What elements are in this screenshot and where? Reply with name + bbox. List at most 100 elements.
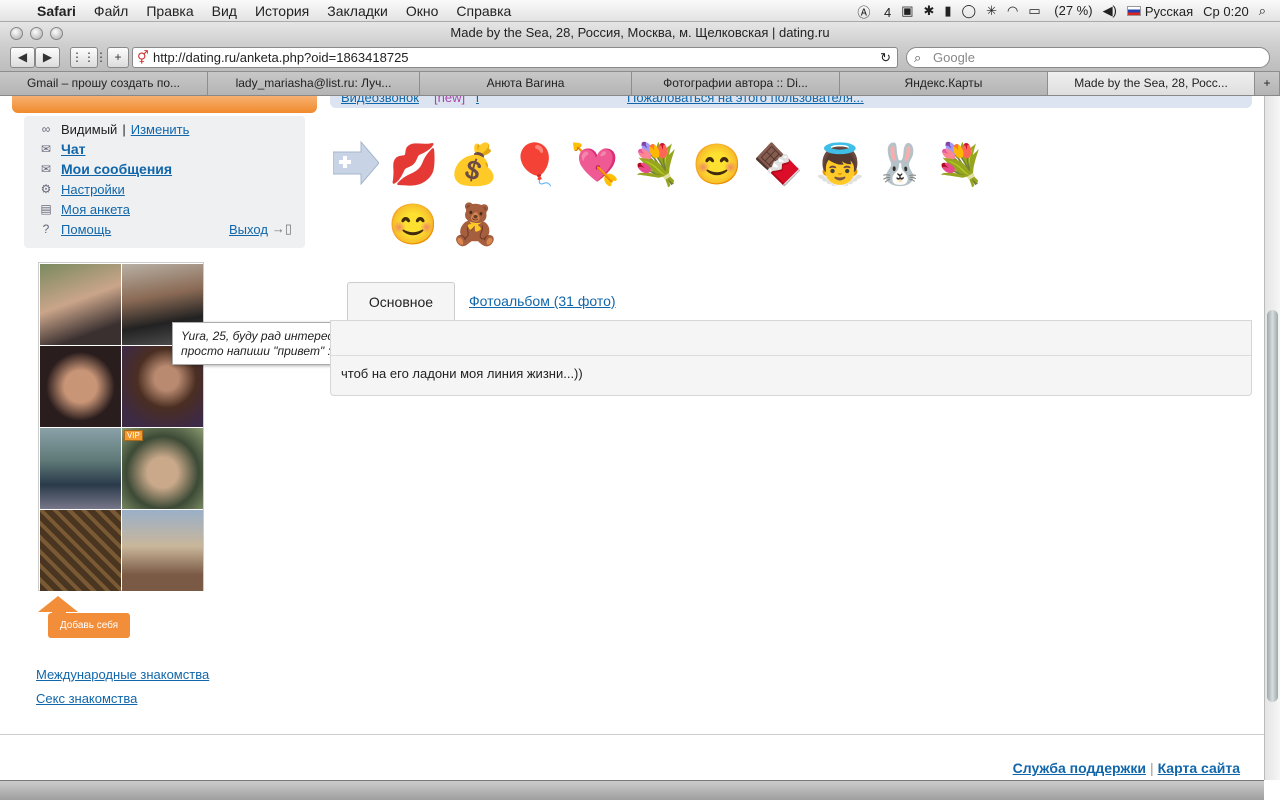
chocolate-gift-icon[interactable]: 🍫 [751, 138, 805, 192]
messages-link[interactable]: Мои сообщения [61, 161, 172, 177]
top-sites-button[interactable]: ⋮⋮⋮ [70, 47, 107, 68]
browser-statusbar [0, 780, 1264, 800]
international-dating-link[interactable]: Международные знакомства [36, 667, 209, 682]
smiley-cloud-gift-icon[interactable]: 😊 [386, 198, 440, 252]
change-visibility-link[interactable]: Изменить [131, 122, 190, 137]
browser-tab-active[interactable]: Made by the Sea, 28, Росс... [1048, 72, 1255, 95]
bubble-icon[interactable]: ◯ [962, 3, 977, 19]
menu-edit[interactable]: Правка [137, 3, 202, 19]
wifi-icon[interactable]: ◠ [1007, 3, 1018, 19]
tab-main-info[interactable]: Основное [347, 282, 455, 320]
adobe-badge: 4 [883, 4, 892, 20]
sitemap-link[interactable]: Карта сайта [1158, 760, 1240, 776]
help-row: ? Помощь [37, 219, 112, 239]
reload-icon[interactable]: ↻ [880, 48, 891, 67]
browser-tab[interactable]: lady_mariasha@list.ru: Луч... [208, 72, 420, 95]
browser-tab[interactable]: Фотографии автора :: Di... [632, 72, 840, 95]
kiss-gift-icon[interactable]: 💋 [387, 138, 441, 192]
angel-gift-icon[interactable]: 👼 [813, 138, 867, 192]
visibility-status: Видимый [61, 121, 118, 137]
videocall-info-link[interactable]: i [476, 96, 479, 105]
teddy-bear-gift-icon[interactable]: 🧸 [448, 198, 502, 252]
tab-photo-album[interactable]: Фотоальбом (31 фото) [469, 293, 616, 309]
browser-tab[interactable]: Яндекс.Карты [840, 72, 1048, 95]
orange-header-strip [12, 96, 317, 113]
zoom-window-button[interactable] [50, 27, 63, 40]
menu-help[interactable]: Справка [447, 3, 520, 19]
sex-dating-link[interactable]: Секс знакомства [36, 691, 137, 706]
logout-link[interactable]: Выход [229, 222, 268, 237]
window-title: Made by the Sea, 28, Россия, Москва, м. … [450, 25, 830, 40]
scrollbar-thumb[interactable] [1267, 310, 1278, 702]
add-self-button[interactable]: Добавь себя [48, 613, 130, 638]
heart-arrow-gift-icon[interactable]: 💘 [568, 138, 622, 192]
menu-history[interactable]: История [246, 3, 318, 19]
browser-tab[interactable]: Анюта Вагина [420, 72, 632, 95]
envelope-icon: ✉ [40, 162, 52, 176]
spotlight-icon[interactable]: ⌕ [1259, 3, 1266, 19]
menu-view[interactable]: Вид [203, 3, 246, 19]
bunny-gift-icon[interactable]: 🐰 [873, 138, 927, 192]
page-scrollbar[interactable] [1264, 96, 1280, 780]
document-icon: ▤ [40, 202, 52, 216]
add-gift-arrow-icon[interactable] [333, 140, 379, 186]
menu-bookmarks[interactable]: Закладки [318, 3, 397, 19]
settings-link[interactable]: Настройки [61, 182, 125, 197]
bluetooth-icon[interactable]: ✳ [986, 3, 997, 19]
complain-link[interactable]: Пожаловаться на этого пользователя... [627, 96, 864, 105]
user-photo[interactable] [40, 346, 121, 427]
flag-icon[interactable] [1126, 6, 1141, 16]
menu-file[interactable]: Файл [85, 3, 137, 19]
flower-basket-gift-icon[interactable]: 💐 [933, 138, 987, 192]
new-tab-button[interactable]: + [1255, 72, 1280, 95]
volume-icon[interactable]: ◀) [1103, 3, 1117, 19]
add-self-arrow-icon [38, 596, 78, 612]
flower-basket-gift-icon[interactable]: 💐 [629, 138, 683, 192]
chat-link[interactable]: Чат [61, 141, 85, 157]
user-photo[interactable]: VIP [122, 428, 203, 509]
display-icon[interactable]: ▣ [901, 3, 913, 19]
search-input[interactable]: ⌕ Google [906, 47, 1270, 68]
browser-tab[interactable]: Gmail – прошу создать по... [0, 72, 208, 95]
footer-separator: | [1149, 760, 1154, 776]
videocall-link[interactable]: Видеозвонок [341, 96, 419, 105]
notes-icon[interactable]: ▮ [944, 3, 951, 19]
input-language[interactable]: Русская [1145, 4, 1193, 19]
smiley-cloud-gift-icon[interactable]: 😊 [690, 138, 744, 192]
question-icon: ? [42, 222, 50, 236]
adobe-icon[interactable]: Ⓐ 4 [857, 2, 891, 21]
add-bookmark-button[interactable]: + [107, 47, 129, 68]
browser-toolbar: ◀ ▶ ⋮⋮⋮ + ⚥ http://dating.ru/anketa.php?… [0, 44, 1280, 72]
forward-button[interactable]: ▶ [35, 47, 60, 68]
chat-row: ✉ Чат [37, 139, 86, 159]
user-photo[interactable] [40, 264, 121, 345]
help-link[interactable]: Помощь [61, 222, 111, 237]
forward-arrow-icon: ▶ [42, 50, 53, 64]
user-photo[interactable] [40, 510, 121, 591]
money-bag-gift-icon[interactable]: 💰 [447, 138, 501, 192]
back-button[interactable]: ◀ [10, 47, 35, 68]
grid-icon: ⋮⋮⋮ [71, 50, 107, 64]
clock[interactable]: Ср 0:20 [1203, 4, 1249, 19]
user-photo[interactable] [40, 428, 121, 509]
url-text: http://dating.ru/anketa.php?oid=18634187… [153, 50, 409, 65]
profile-actions-box: Видеозвонок [new] i Пожаловаться на этог… [330, 96, 1252, 108]
battery-icon[interactable]: ▭ (27 %) [1028, 3, 1092, 19]
logout-icon: →▯ [271, 221, 293, 236]
balloons-gift-icon[interactable]: 🎈 [508, 138, 562, 192]
user-photo[interactable] [122, 510, 203, 591]
close-window-button[interactable] [10, 27, 23, 40]
back-arrow-icon: ◀ [17, 50, 28, 64]
profile-tabs: Основное Фотоальбом (31 фото) [330, 282, 1252, 320]
support-link[interactable]: Служба поддержки [1013, 760, 1146, 776]
address-bar[interactable]: ⚥ http://dating.ru/anketa.php?oid=186341… [132, 47, 898, 68]
my-profile-link[interactable]: Моя анкета [61, 202, 130, 217]
page-content: Видеозвонок [new] i Пожаловаться на этог… [0, 96, 1264, 780]
menu-window[interactable]: Окно [397, 3, 448, 19]
minimize-window-button[interactable] [30, 27, 43, 40]
menubar-status-area: Ⓐ 4 ▣ ✱ ▮ ◯ ✳ ◠ ▭ (27 %) ◀) Русская Ср 0… [847, 0, 1280, 22]
paw-icon[interactable]: ✱ [923, 3, 934, 19]
plus-icon: + [1263, 76, 1271, 90]
logout-row: Выход →▯ [229, 219, 292, 239]
menu-app-name[interactable]: Safari [28, 3, 85, 19]
